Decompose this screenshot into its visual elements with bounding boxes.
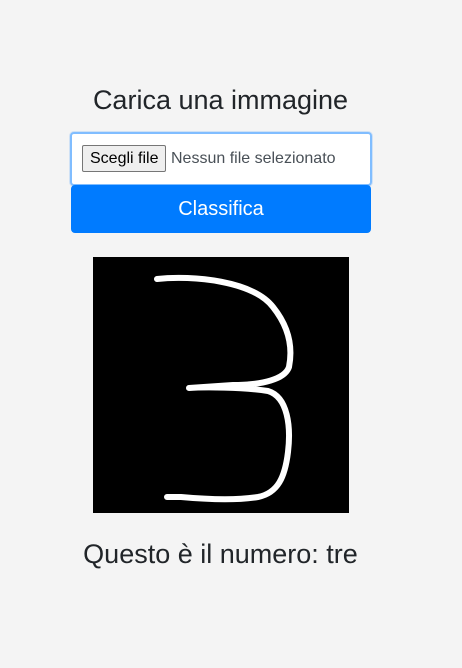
page-title: Carica una immagine [92,85,349,115]
file-status-text: Nessun file selezionato [171,150,336,167]
choose-file-button[interactable]: Scegli file [82,145,167,172]
classify-button[interactable]: Classifica [71,185,371,233]
digit-preview-image [93,257,349,513]
file-input[interactable]: Scegli file Nessun file selezionato [70,132,372,186]
classification-result: Questo è il numero: tre [83,539,358,569]
